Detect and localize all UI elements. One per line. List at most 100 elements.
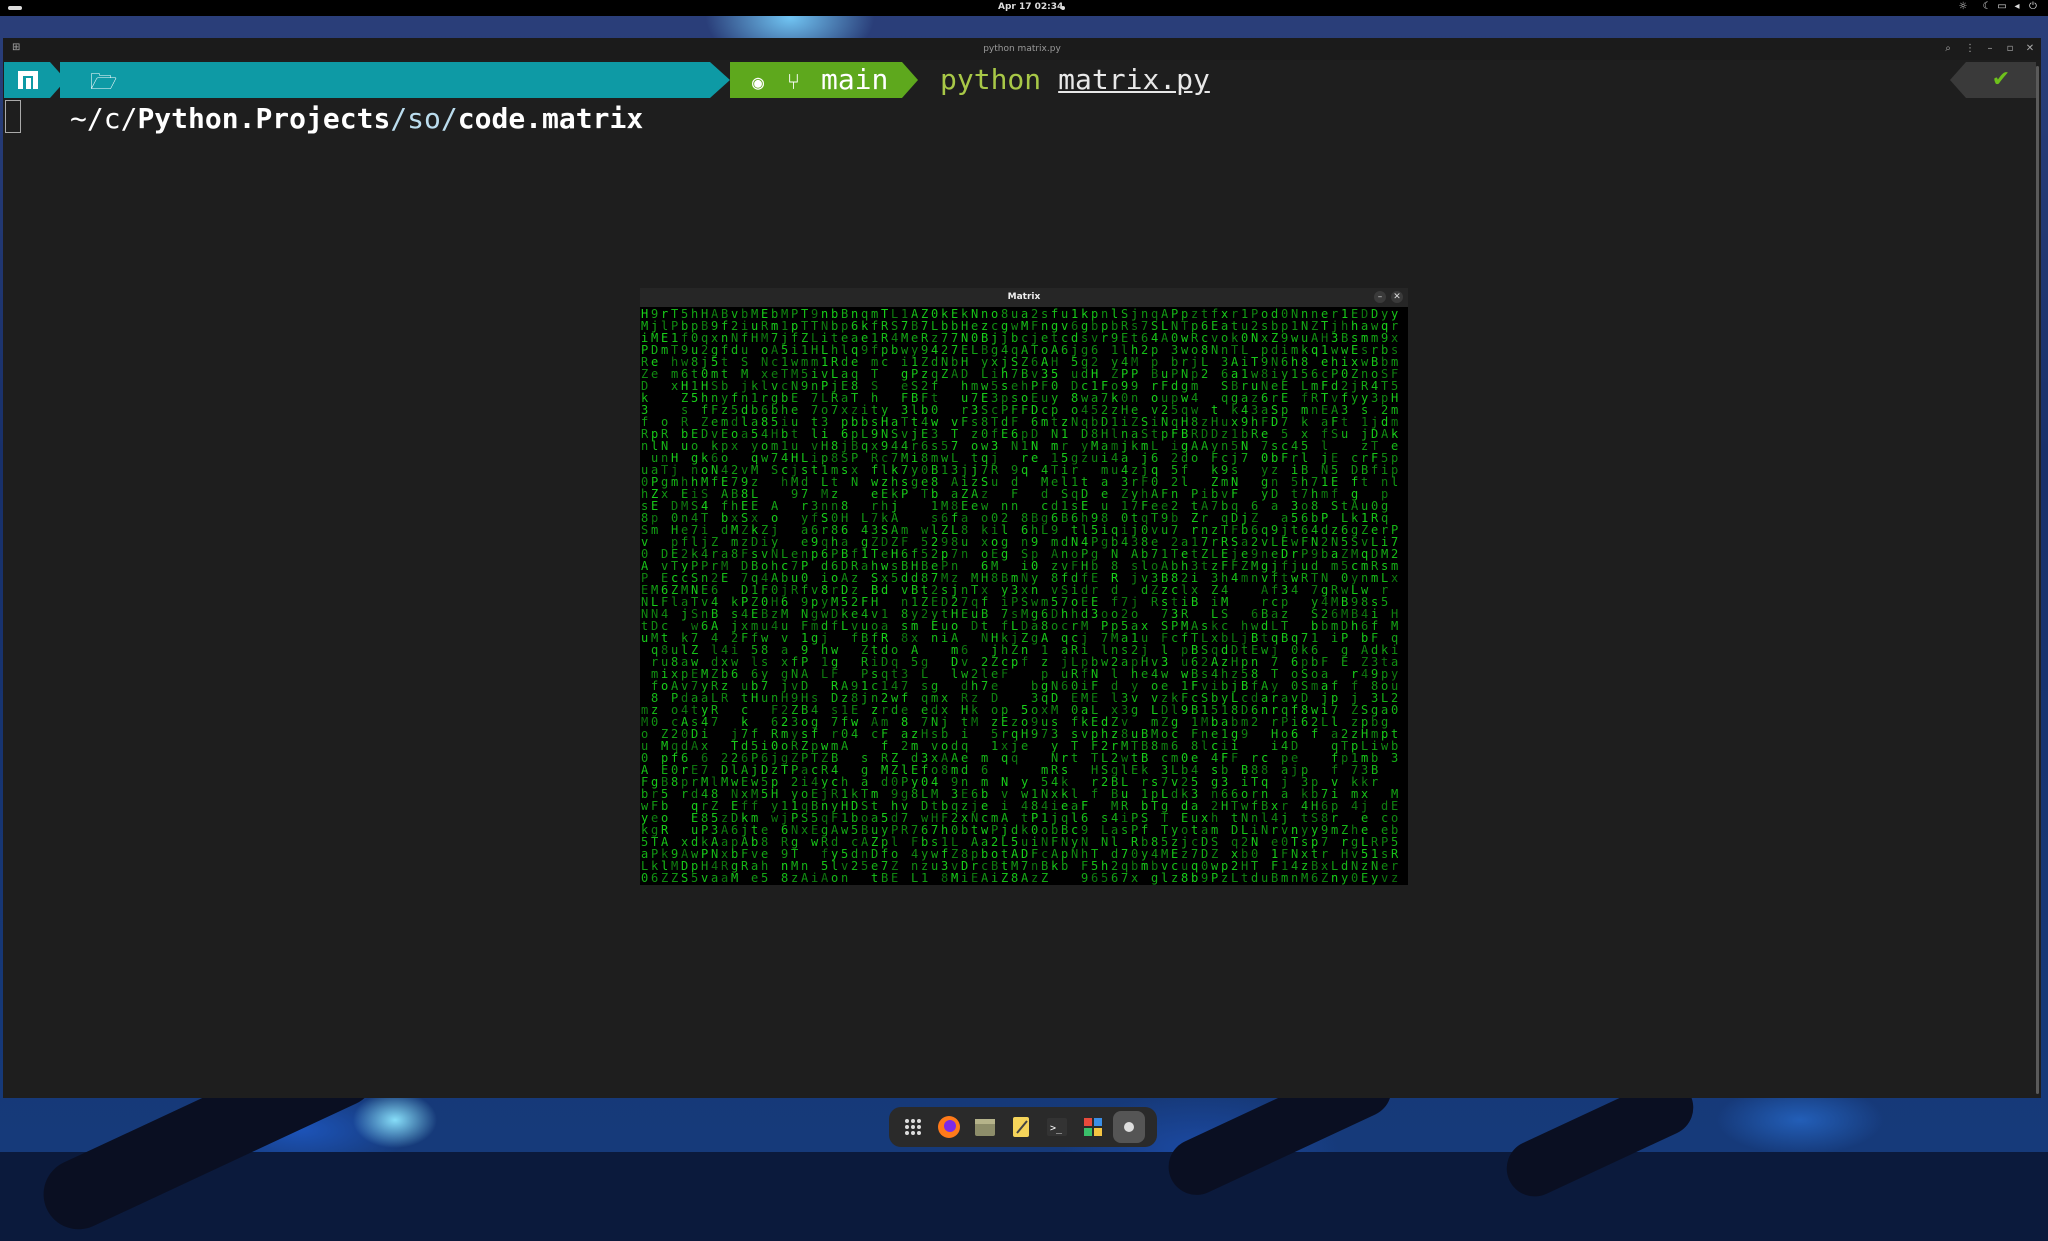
matrix-glyph: H: [751, 691, 759, 705]
matrix-glyph: S: [681, 871, 689, 885]
matrix-glyph: E: [721, 571, 729, 585]
minimize-icon[interactable]: –: [1374, 291, 1386, 303]
matrix-glyph: 2: [1201, 367, 1209, 381]
matrix-glyph: F: [1001, 667, 1009, 681]
firefox-icon[interactable]: [933, 1111, 965, 1143]
matrix-glyph: A: [981, 871, 989, 885]
matrix-glyph: x: [661, 487, 669, 501]
matrix-window[interactable]: Matrix – ✕ HMiPRZDk3fRnu0hs8Sv0APENNtumM…: [640, 288, 1408, 885]
matrix-glyph: 8: [911, 787, 919, 801]
matrix-glyph: H: [921, 727, 929, 741]
files-icon[interactable]: [969, 1111, 1001, 1143]
matrix-glyph: T: [781, 763, 789, 777]
maximize-icon[interactable]: ▫: [2003, 42, 2017, 56]
path-current: code.matrix: [457, 102, 644, 135]
matrix-glyph: B: [881, 871, 889, 885]
matrix-glyph: j: [1291, 763, 1299, 777]
matrix-glyph: c: [871, 727, 879, 741]
matrix-glyph: l: [1161, 871, 1169, 885]
terminal-icon[interactable]: >_: [1041, 1111, 1073, 1143]
software-center-icon[interactable]: [1077, 1111, 1109, 1143]
git-branch-icon: ⑂: [786, 70, 801, 95]
power-icon[interactable]: ⏻: [2027, 1, 2039, 13]
app-grid-icon[interactable]: [897, 1111, 929, 1143]
matrix-glyph: 4: [771, 619, 779, 633]
search-icon[interactable]: ⌕: [1941, 42, 1955, 56]
matrix-glyph: n: [931, 631, 939, 645]
matrix-glyph: 6: [731, 667, 739, 681]
matrix-glyph: i: [961, 871, 969, 885]
matrix-glyph: L: [841, 619, 849, 633]
matrix-glyph: A: [841, 739, 849, 753]
command-argument[interactable]: matrix.py: [1058, 63, 1210, 96]
matrix-glyph: T: [921, 487, 929, 501]
matrix-glyph: 7: [1041, 727, 1049, 741]
matrix-glyph: j: [681, 607, 689, 621]
text-editor-icon[interactable]: [1005, 1111, 1037, 1143]
matrix-glyph: m: [1241, 571, 1249, 585]
clock[interactable]: Apr 17 02:34: [998, 2, 1063, 12]
matrix-glyph: u: [1161, 523, 1169, 537]
matrix-titlebar[interactable]: Matrix – ✕: [640, 288, 1408, 307]
matrix-glyph: 5: [891, 571, 899, 585]
matrix-glyph: M: [721, 775, 729, 789]
matrix-glyph: p: [1161, 427, 1169, 441]
matrix-glyph: S: [771, 463, 779, 477]
matrix-glyph: Z: [1001, 871, 1009, 885]
matrix-glyph: x: [1131, 871, 1139, 885]
matrix-glyph: w: [811, 835, 819, 849]
matrix-glyph: 5: [761, 871, 769, 885]
matrix-glyph: n: [961, 547, 969, 561]
brightness-icon[interactable]: ☼: [1957, 1, 1969, 13]
matrix-glyph: a: [721, 871, 729, 885]
path-project: Python.Projects: [137, 102, 391, 135]
night-light-icon[interactable]: ☾: [1981, 1, 1993, 13]
github-icon: ◉: [752, 70, 765, 94]
matrix-glyph: P: [1211, 871, 1219, 885]
matrix-glyph: g: [1001, 547, 1009, 561]
matrix-glyph: 8: [1151, 739, 1159, 753]
matrix-glyph: N: [1211, 343, 1219, 357]
matrix-glyph: a: [711, 871, 719, 885]
terminal-titlebar[interactable]: ⊞ python matrix.py ⌕ ⋮ – ▫ ✕: [3, 38, 2041, 60]
matrix-glyph: o: [1191, 451, 1199, 465]
matrix-glyph: M: [1301, 871, 1309, 885]
matrix-glyph: R: [1251, 427, 1259, 441]
matrix-glyph: f: [851, 631, 859, 645]
screen-icon[interactable]: ▭: [1996, 1, 2008, 13]
matrix-glyph: i: [991, 871, 999, 885]
matrix-glyph: B: [1191, 595, 1199, 609]
matrix-glyph: 4: [1291, 583, 1299, 597]
path-separator: /so/: [390, 102, 458, 135]
menu-icon[interactable]: ⋮: [1963, 42, 1977, 56]
matrix-glyph: w: [771, 811, 779, 825]
matrix-glyph: c: [881, 355, 889, 369]
matrix-glyph: s: [1121, 823, 1129, 837]
matrix-glyph: b: [1321, 619, 1329, 633]
minimize-icon[interactable]: –: [1983, 42, 1997, 56]
matrix-glyph: p: [1341, 751, 1349, 765]
volume-icon[interactable]: ◂: [2011, 1, 2023, 13]
matrix-glyph: x: [1391, 571, 1399, 585]
matrix-glyph: B: [1281, 631, 1289, 645]
matrix-glyph: 4: [1121, 535, 1129, 549]
matrix-glyph: A: [1161, 331, 1169, 345]
matrix-glyph: M: [971, 715, 979, 729]
matrix-glyph: a: [741, 427, 749, 441]
matrix-glyph: q: [1311, 343, 1319, 357]
matrix-glyph: z: [1391, 871, 1399, 885]
matrix-glyph: 2: [921, 607, 929, 621]
matrix-glyph: t: [1071, 751, 1079, 765]
matrix-glyph: u: [641, 631, 649, 645]
matrix-glyph: m: [1371, 571, 1379, 585]
close-icon[interactable]: ✕: [1391, 291, 1403, 303]
matrix-glyph: x: [801, 823, 809, 837]
close-icon[interactable]: ✕: [2023, 42, 2037, 56]
matrix-glyph: m: [671, 475, 679, 489]
matrix-glyph: j: [861, 691, 869, 705]
matrix-glyph: 6: [1311, 871, 1319, 885]
running-app-icon[interactable]: [1113, 1111, 1145, 1143]
activities-button[interactable]: [8, 6, 22, 10]
scrollbar[interactable]: [2036, 66, 2039, 1094]
matrix-glyph: 8: [731, 547, 739, 561]
